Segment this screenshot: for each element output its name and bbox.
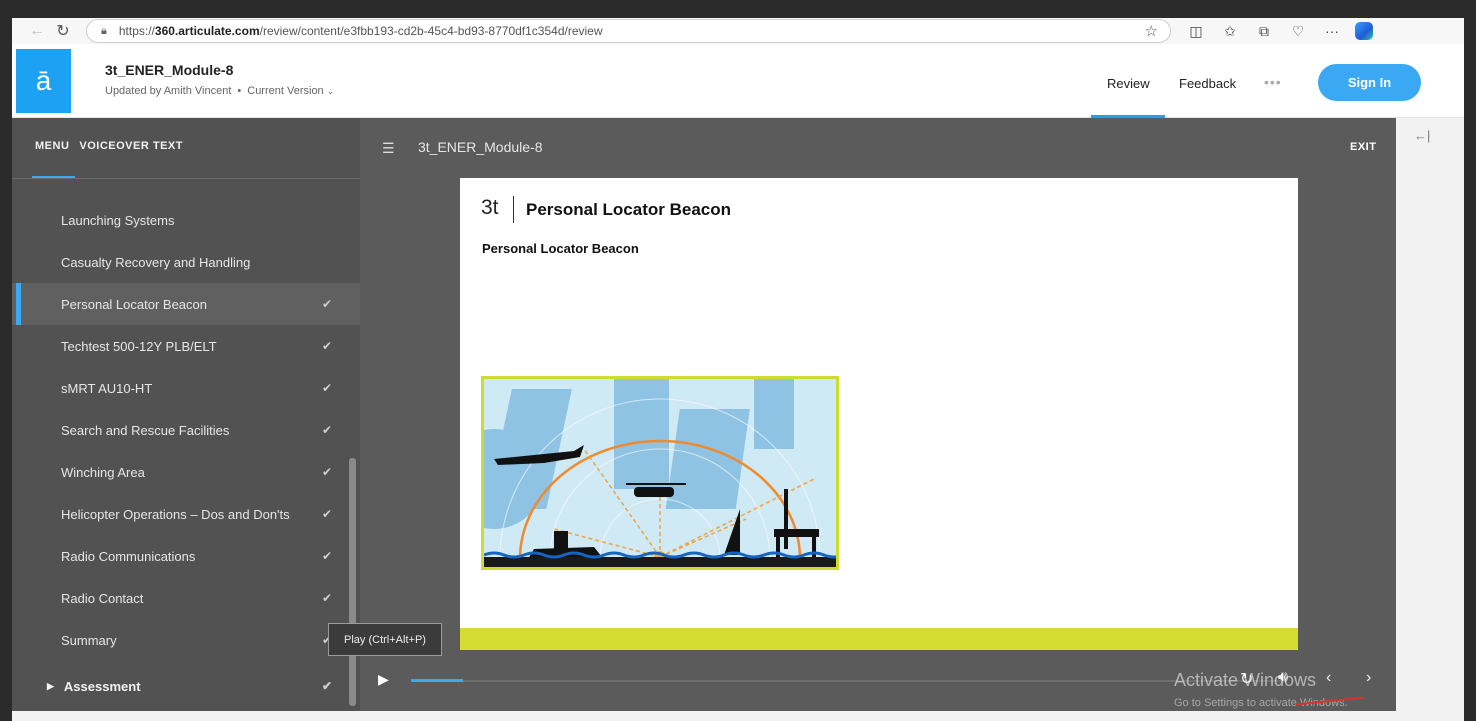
sidebar: MENU VOICEOVER TEXT Launching Systems Casu… xyxy=(12,118,360,711)
menu-item[interactable]: Helicopter Operations – Dos and Don'ts ✔ xyxy=(12,493,360,535)
tab-menu[interactable]: MENU xyxy=(35,140,69,152)
updated-by: Updated by Amith Vincent xyxy=(105,85,232,97)
favorite-star-icon[interactable]: ☆ xyxy=(1145,22,1158,40)
check-icon: ✔ xyxy=(322,339,333,353)
more-icon[interactable]: ··· xyxy=(1315,23,1349,39)
windows-activation-hint: Go to Settings to activate Windows. xyxy=(1174,697,1348,709)
browser-essentials-icon[interactable]: ♡ xyxy=(1281,23,1315,40)
stage-area: ☰ 3t_ENER_Module-8 EXIT 3t Personal Loca… xyxy=(360,118,1396,711)
chevron-down-icon[interactable]: ⌄ xyxy=(327,86,335,96)
refresh-icon[interactable]: ↻ xyxy=(50,18,76,44)
menu-item-label: Helicopter Operations – Dos and Don'ts xyxy=(61,506,290,522)
url-path: /review/content/e3fbb193-cd2b-45c4-bd93-… xyxy=(259,24,603,38)
menu-item[interactable]: Techtest 500-12Y PLB/ELT ✔ xyxy=(12,325,360,367)
menu-item[interactable]: Winching Area ✔ xyxy=(12,451,360,493)
menu-item-label: Summary xyxy=(61,632,117,648)
menu-item-label: Winching Area xyxy=(61,464,145,480)
previous-slide-icon[interactable]: ‹ xyxy=(1326,669,1331,687)
favorites-icon[interactable]: ✩ xyxy=(1213,23,1247,40)
menu-item[interactable]: Radio Communications ✔ xyxy=(12,535,360,577)
check-icon: ✔ xyxy=(322,679,333,693)
course-title: 3t_ENER_Module-8 xyxy=(105,62,234,78)
check-icon: ✔ xyxy=(322,591,333,605)
review-tab[interactable]: Review xyxy=(1107,76,1150,91)
version-dropdown[interactable]: Current Version xyxy=(247,85,323,97)
play-tooltip: Play (Ctrl+Alt+P) xyxy=(328,623,442,656)
next-slide-icon[interactable]: › xyxy=(1366,669,1371,687)
menu-item-label: Personal Locator Beacon xyxy=(61,296,207,312)
lock-icon[interactable]: 🔒︎ xyxy=(101,25,107,38)
slide-accent-bar xyxy=(460,628,1298,650)
copilot-icon[interactable] xyxy=(1355,22,1373,40)
browser-icons: ◫ ✩ ⧉ ♡ ··· xyxy=(1179,22,1373,40)
browser-toolbar: ← ↻ 🔒︎ https://360.articulate.com/review… xyxy=(12,18,1464,44)
menu-item[interactable]: Casualty Recovery and Handling xyxy=(12,241,360,283)
collections-icon[interactable]: ⧉ xyxy=(1247,23,1281,40)
more-menu-icon[interactable]: ••• xyxy=(1264,74,1282,90)
menu-item[interactable]: Summary✔ xyxy=(12,619,360,661)
menu-item[interactable]: Radio Contact ✔ xyxy=(12,577,360,619)
slide-subtitle: Personal Locator Beacon xyxy=(482,241,639,256)
tab-voiceover-text[interactable]: VOICEOVER TEXT xyxy=(79,140,183,152)
play-icon[interactable]: ▶ xyxy=(378,671,389,688)
windows-activation-watermark: Activate Windows xyxy=(1174,670,1317,690)
feedback-tab[interactable]: Feedback xyxy=(1179,76,1236,91)
menu-list: Launching Systems Casualty Recovery and H… xyxy=(12,199,360,661)
split-screen-icon[interactable]: ◫ xyxy=(1179,23,1213,40)
check-icon: ✔ xyxy=(322,381,333,395)
menu-item-label: Casualty Recovery and Handling xyxy=(61,254,251,270)
progress-track[interactable] xyxy=(411,680,1281,682)
menu-item-label: Techtest 500-12Y PLB/ELT xyxy=(61,338,217,354)
sidebar-tabs: MENU VOICEOVER TEXT xyxy=(35,140,193,152)
search-rescue-diagram-icon xyxy=(484,379,836,567)
exit-button[interactable]: EXIT xyxy=(1350,141,1376,153)
articulate-logo[interactable]: ā xyxy=(16,49,71,113)
plb-illustration xyxy=(481,376,839,570)
slide-logo: 3t xyxy=(481,196,499,219)
sidebar-divider xyxy=(12,178,360,179)
collapse-panel-icon[interactable]: ←| xyxy=(1414,128,1430,143)
back-icon[interactable]: ← xyxy=(24,18,50,44)
course-meta: Updated by Amith Vincent • Current Version… xyxy=(105,85,334,97)
menu-item-label: Radio Communications xyxy=(61,548,196,564)
menu-item[interactable]: sMRT AU10-HT ✔ xyxy=(12,367,360,409)
sidebar-scrollbar[interactable] xyxy=(349,458,356,706)
slide-logo-separator xyxy=(513,196,514,223)
check-icon: ✔ xyxy=(322,297,333,311)
progress-fill xyxy=(411,679,463,682)
menu-item-label: sMRT AU10-HT xyxy=(61,380,153,396)
caret-right-icon: ▶ xyxy=(47,680,54,691)
bottom-strip xyxy=(12,711,1464,721)
menu-item[interactable]: Launching Systems xyxy=(12,199,360,241)
check-icon: ✔ xyxy=(322,549,333,563)
address-bar[interactable]: 🔒︎ https://360.articulate.com/review/con… xyxy=(86,19,1171,43)
check-icon: ✔ xyxy=(322,423,333,437)
menu-item-label: Launching Systems xyxy=(61,212,175,228)
course-player: MENU VOICEOVER TEXT Launching Systems Casu… xyxy=(12,118,1396,711)
check-icon: ✔ xyxy=(322,507,333,521)
app-header: ā 3t_ENER_Module-8 Updated by Amith Vinc… xyxy=(12,44,1464,118)
menu-item-label: Search and Rescue Facilities xyxy=(61,422,230,438)
menu-item-label: Radio Contact xyxy=(61,590,144,606)
player-title: 3t_ENER_Module-8 xyxy=(418,139,543,155)
separator-dot: • xyxy=(237,85,242,97)
assessment-label: Assessment xyxy=(63,678,141,694)
slide: 3t Personal Locator Beacon Personal Loca… xyxy=(460,178,1298,650)
url-prefix: https:// xyxy=(118,24,155,38)
url-host: 360.articulate.com xyxy=(154,24,260,38)
sign-in-button[interactable]: Sign In xyxy=(1318,64,1421,101)
menu-item[interactable]: Search and Rescue Facilities ✔ xyxy=(12,409,360,451)
right-gutter: ←| xyxy=(1396,118,1464,711)
check-icon: ✔ xyxy=(322,465,333,479)
hamburger-menu-icon[interactable]: ☰ xyxy=(382,140,395,157)
slide-title: Personal Locator Beacon xyxy=(526,200,732,219)
menu-item-assessment[interactable]: ▶ Assessment ✔ xyxy=(12,669,360,703)
menu-item[interactable]: Personal Locator Beacon ✔ xyxy=(12,283,360,325)
